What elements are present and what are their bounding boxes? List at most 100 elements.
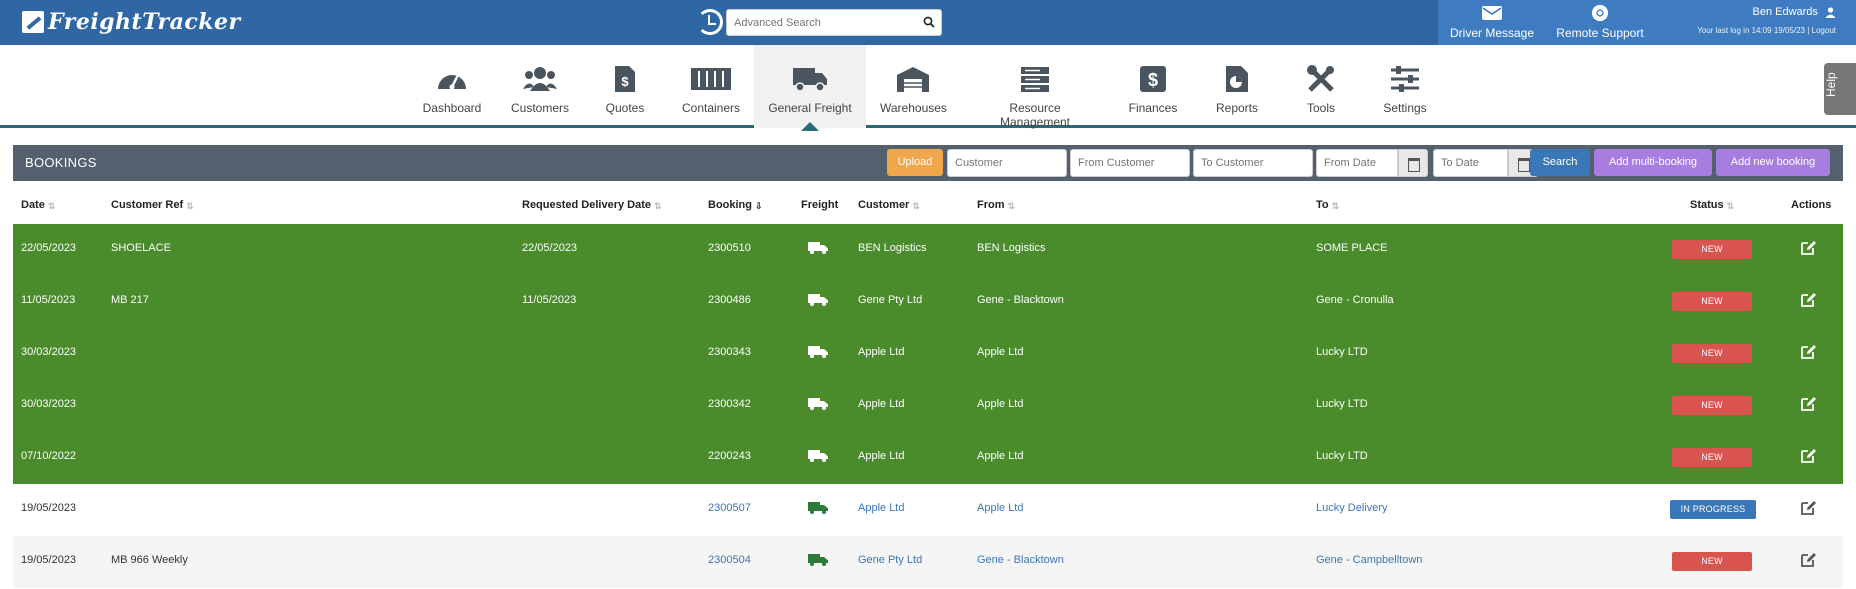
table-row[interactable]: 22/05/2023 SHOELACE 22/05/2023 2300510 BEN L…	[13, 224, 1843, 276]
cell-booking[interactable]: 2300504	[708, 554, 751, 566]
nav-label: Resource Management	[999, 101, 1071, 129]
col-customer-ref[interactable]: Customer Ref ⇅	[111, 199, 194, 211]
logo-mark-icon	[22, 11, 44, 33]
main-nav: Dashboard Customers $ Quotes Containers …	[0, 45, 1856, 131]
nav-item-tools[interactable]: Tools	[1296, 45, 1346, 128]
users-icon	[523, 67, 557, 91]
sliders-icon	[1391, 66, 1419, 92]
cell-to: Lucky LTD	[1316, 450, 1368, 462]
table-row[interactable]: 07/10/2022 2200243 Apple Ltd Apple Ltd Lucky…	[13, 432, 1843, 484]
envelope-icon	[1482, 6, 1502, 20]
advanced-search	[726, 9, 942, 36]
nav-item-finances[interactable]: $ Finances	[1128, 45, 1178, 128]
server-icon	[1021, 67, 1049, 92]
nav-item-general-freight[interactable]: General Freight	[754, 45, 866, 131]
nav-item-settings[interactable]: Settings	[1378, 45, 1432, 128]
logout-link[interactable]: Logout	[1812, 26, 1836, 35]
table-row[interactable]: 19/05/2023 MB 966 Weekly 2300504 Gene Pty L…	[13, 536, 1843, 588]
table-row[interactable]: 19/05/2023 2300507 Apple Ltd Apple Ltd Lucky…	[13, 484, 1843, 536]
top-right-panel: Driver Message Remote Support Ben Edward…	[1438, 0, 1856, 45]
nav-label: Dashboard	[422, 101, 482, 115]
history-icon[interactable]	[697, 9, 723, 35]
sort-icon: ⇅	[1726, 200, 1735, 211]
cell-customer[interactable]: Gene Pty Ltd	[858, 554, 922, 566]
cell-from: Apple Ltd	[977, 398, 1024, 410]
nav-item-dashboard[interactable]: Dashboard	[418, 45, 486, 128]
driver-message-label: Driver Message	[1449, 26, 1535, 40]
driver-message-button[interactable]: Driver Message	[1438, 4, 1546, 40]
cell-date: 11/05/2023	[21, 294, 76, 306]
calendar-icon[interactable]	[1398, 149, 1428, 177]
search-input[interactable]	[727, 10, 907, 35]
nav-item-reports[interactable]: Reports	[1212, 45, 1262, 128]
cell-customer: Apple Ltd	[858, 346, 905, 358]
customer-filter-input[interactable]	[947, 149, 1067, 177]
col-customer[interactable]: Customer ⇅	[858, 199, 920, 211]
truck-icon	[808, 554, 828, 566]
cell-to: Lucky LTD	[1316, 398, 1368, 410]
cell-date: 19/05/2023	[21, 554, 77, 566]
top-bar: FreightTracker Driver Message Remote Sup…	[0, 0, 1856, 45]
from-customer-input[interactable]	[1070, 149, 1190, 177]
col-date[interactable]: Date ⇅	[21, 199, 56, 211]
cell-from[interactable]: Apple Ltd	[977, 502, 1023, 514]
cell-booking[interactable]: 2300507	[708, 502, 751, 514]
nav-item-resource-management[interactable]: Resource Management	[974, 45, 1096, 129]
col-booking[interactable]: Booking ⇩	[708, 199, 763, 211]
nav-item-customers[interactable]: Customers	[508, 45, 572, 128]
cell-date: 22/05/2023	[21, 242, 77, 254]
nav-item-containers[interactable]: Containers	[680, 45, 742, 128]
cell-from: Apple Ltd	[977, 346, 1024, 358]
cell-date: 07/10/2022	[21, 450, 77, 462]
col-requested-delivery-date[interactable]: Requested Delivery Date ⇅	[522, 199, 662, 211]
col-status[interactable]: Status ⇅	[1690, 199, 1735, 211]
cell-to: Gene - Cronulla	[1316, 294, 1394, 306]
cell-to: Lucky LTD	[1316, 346, 1368, 358]
cell-date: 30/03/2023	[21, 346, 77, 358]
edit-icon[interactable]	[1799, 343, 1817, 361]
edit-icon[interactable]	[1799, 291, 1817, 309]
cell-date: 19/05/2023	[21, 502, 77, 514]
search-icon[interactable]	[923, 16, 935, 28]
to-date-input[interactable]	[1433, 149, 1508, 177]
edit-icon[interactable]	[1799, 499, 1817, 517]
nav-item-quotes[interactable]: $ Quotes	[600, 45, 650, 128]
sort-icon: ⇅	[1331, 200, 1340, 211]
dashboard-icon	[438, 74, 466, 90]
edit-icon[interactable]	[1799, 447, 1817, 465]
table-row[interactable]: 30/03/2023 2300343 Apple Ltd Apple Ltd Lucky…	[13, 328, 1843, 380]
status-badge: NEW	[1672, 344, 1752, 363]
nav-label: Reports	[1215, 101, 1259, 115]
svg-text:$: $	[621, 74, 629, 89]
cell-to[interactable]: Gene - Campbelltown	[1316, 554, 1422, 566]
nav-label: Finances	[1128, 101, 1178, 115]
remote-support-button[interactable]: Remote Support	[1546, 4, 1654, 40]
edit-icon[interactable]	[1799, 395, 1817, 413]
edit-icon[interactable]	[1799, 239, 1817, 257]
col-from[interactable]: From ⇅	[977, 199, 1016, 211]
edit-icon[interactable]	[1799, 551, 1817, 569]
add-new-booking-button[interactable]: Add new booking	[1716, 149, 1830, 176]
nav-item-warehouses[interactable]: Warehouses	[880, 45, 947, 128]
add-multi-booking-button[interactable]: Add multi-booking	[1594, 149, 1712, 176]
col-to[interactable]: To ⇅	[1316, 199, 1340, 211]
bookings-panel-header: BOOKINGS Upload Search Add multi-booking…	[13, 145, 1843, 181]
upload-button[interactable]: Upload	[887, 149, 943, 176]
user-name[interactable]: Ben Edwards	[1753, 6, 1818, 18]
cell-to[interactable]: Lucky Delivery	[1316, 502, 1388, 514]
cell-booking: 2300343	[708, 346, 751, 358]
to-customer-input[interactable]	[1193, 149, 1313, 177]
sort-icon: ⇅	[654, 200, 662, 211]
status-badge: NEW	[1672, 292, 1752, 311]
table-row[interactable]: 11/05/2023 MB 217 11/05/2023 2300486 Gene Pt…	[13, 276, 1843, 328]
last-login: Your last log in 14:09 19/05/23	[1697, 26, 1805, 35]
help-tab[interactable]: Help	[1824, 63, 1856, 115]
table-row[interactable]: 30/03/2023 2300342 Apple Ltd Apple Ltd Lucky…	[13, 380, 1843, 432]
truck-icon	[793, 68, 827, 92]
cell-from[interactable]: Gene - Blacktown	[977, 554, 1064, 566]
cell-from: Apple Ltd	[977, 450, 1024, 462]
search-button[interactable]: Search	[1530, 149, 1590, 176]
app-logo[interactable]: FreightTracker	[22, 9, 241, 35]
from-date-input[interactable]	[1316, 149, 1398, 177]
cell-customer[interactable]: Apple Ltd	[858, 502, 904, 514]
